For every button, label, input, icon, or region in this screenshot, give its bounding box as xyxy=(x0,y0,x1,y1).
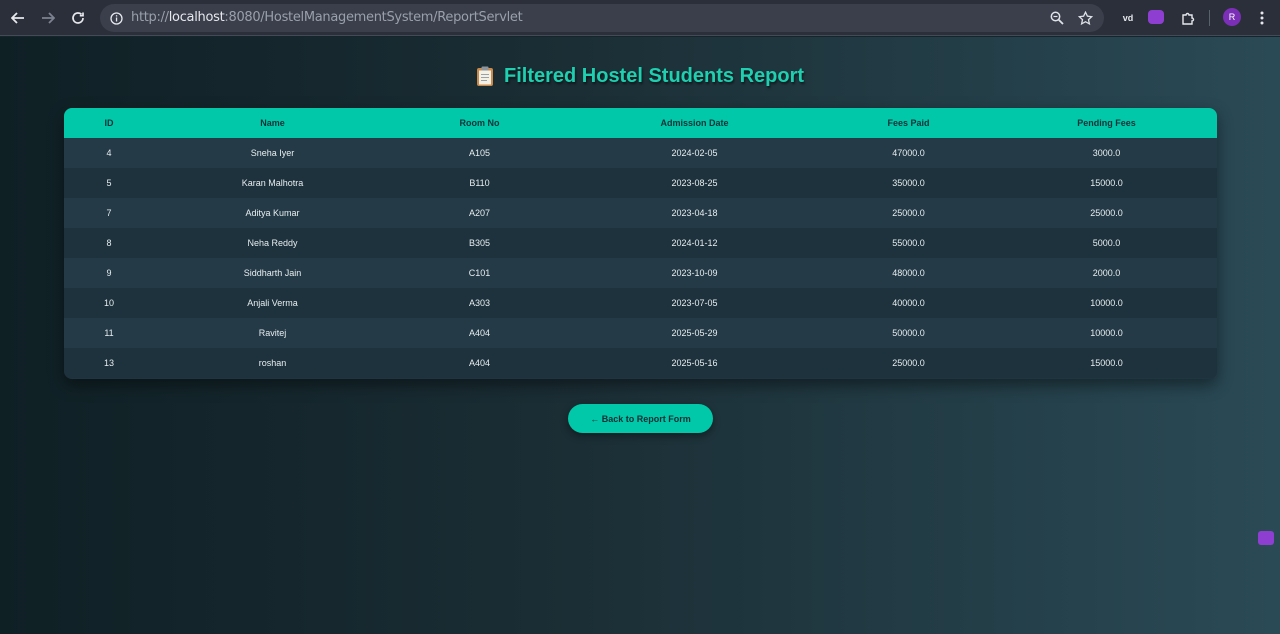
url-prefix: http:// xyxy=(131,10,169,25)
header-fees-paid: Fees Paid xyxy=(887,118,930,128)
cell-name: Aditya Kumar xyxy=(245,208,300,218)
table-row: 4 Sneha Iyer A105 2024-02-05 47000.0 300… xyxy=(64,138,1217,168)
cell-id: 4 xyxy=(106,148,112,158)
cell-admission-date: 2023-08-25 xyxy=(671,178,718,188)
cell-id: 13 xyxy=(103,358,114,368)
header-pending-fees: Pending Fees xyxy=(1077,118,1136,128)
cell-id: 9 xyxy=(106,268,112,278)
cell-admission-date: 2023-10-09 xyxy=(671,268,718,278)
cell-pending-fees: 2000.0 xyxy=(1092,268,1121,278)
cell-admission-date: 2025-05-29 xyxy=(671,328,718,338)
cell-name: Karan Malhotra xyxy=(241,178,304,188)
cell-pending-fees: 25000.0 xyxy=(1090,208,1123,218)
table-row: 9 Siddharth Jain C101 2023-10-09 48000.0… xyxy=(64,258,1217,288)
cell-room-no: A404 xyxy=(468,358,491,368)
profile-initial: R xyxy=(1228,12,1236,22)
cell-admission-date: 2024-01-12 xyxy=(671,238,718,248)
cell-fees-paid: 35000.0 xyxy=(892,178,925,188)
forward-arrow-icon[interactable] xyxy=(36,6,60,30)
cell-name: Anjali Verma xyxy=(247,298,298,308)
page-header: Filtered Hostel Students Report xyxy=(0,65,1280,92)
cell-id: 5 xyxy=(106,178,112,188)
header-room-no: Room No xyxy=(459,118,500,128)
url-text: http://localhost:8080/HostelManagementSy… xyxy=(131,10,523,25)
back-arrow-icon[interactable] xyxy=(6,6,30,30)
header-admission-date: Admission Date xyxy=(660,118,729,128)
cell-pending-fees: 10000.0 xyxy=(1090,298,1123,308)
zoom-icon[interactable] xyxy=(1048,9,1066,27)
cell-admission-date: 2025-05-16 xyxy=(671,358,718,368)
table-header-row: ID Name Room No Admission Date Fees Paid… xyxy=(64,108,1217,138)
cell-pending-fees: 5000.0 xyxy=(1092,238,1121,248)
table-row: 7 Aditya Kumar A207 2023-04-18 25000.0 2… xyxy=(64,198,1217,228)
cell-admission-date: 2023-07-05 xyxy=(671,298,718,308)
url-path: :8080/HostelManagementSystem/ReportServl… xyxy=(224,10,523,25)
site-info-icon[interactable] xyxy=(108,10,124,26)
page-title-text: Filtered Hostel Students Report xyxy=(503,65,805,87)
video-downloader-extension-icon[interactable]: vd xyxy=(1118,8,1138,28)
table-row: 10 Anjali Verma A303 2023-07-05 40000.0 … xyxy=(64,288,1217,318)
cell-fees-paid: 47000.0 xyxy=(892,148,925,158)
cell-pending-fees: 3000.0 xyxy=(1092,148,1121,158)
cell-id: 10 xyxy=(103,298,114,308)
page-title: Filtered Hostel Students Report xyxy=(476,65,804,88)
cell-fees-paid: 50000.0 xyxy=(892,328,925,338)
browser-toolbar: http://localhost:8080/HostelManagementSy… xyxy=(0,0,1280,36)
cell-pending-fees: 10000.0 xyxy=(1090,328,1123,338)
cell-room-no: B305 xyxy=(468,238,491,248)
purple-extension-icon[interactable] xyxy=(1148,10,1164,24)
cell-room-no: C101 xyxy=(468,268,491,278)
students-report-table: ID Name Room No Admission Date Fees Paid… xyxy=(64,108,1217,379)
cell-id: 8 xyxy=(106,238,112,248)
purple-extension-badge-icon[interactable] xyxy=(1258,531,1274,545)
table-row: 11 Ravitej A404 2025-05-29 50000.0 10000… xyxy=(64,318,1217,348)
url-host: localhost xyxy=(168,10,225,25)
cell-fees-paid: 40000.0 xyxy=(892,298,925,308)
cell-fees-paid: 48000.0 xyxy=(892,268,925,278)
table-row: 5 Karan Malhotra B110 2023-08-25 35000.0… xyxy=(64,168,1217,198)
ext-vd-label: vd xyxy=(1122,13,1134,23)
table-row: 13 roshan A404 2025-05-16 25000.0 15000.… xyxy=(64,348,1217,378)
cell-id: 11 xyxy=(104,328,114,338)
cell-fees-paid: 25000.0 xyxy=(892,358,925,368)
address-bar[interactable]: http://localhost:8080/HostelManagementSy… xyxy=(100,4,1104,32)
cell-admission-date: 2024-02-05 xyxy=(671,148,718,158)
extensions-puzzle-icon[interactable] xyxy=(1178,8,1198,28)
back-to-report-form-button[interactable]: ← Back to Report Form xyxy=(568,404,713,433)
table-row: 8 Neha Reddy B305 2024-01-12 55000.0 500… xyxy=(64,228,1217,258)
header-id: ID xyxy=(104,118,114,128)
more-menu-icon[interactable] xyxy=(1252,8,1272,28)
cell-room-no: A105 xyxy=(468,148,491,158)
clipboard-icon xyxy=(476,66,494,87)
cell-room-no: A404 xyxy=(468,328,491,338)
cell-pending-fees: 15000.0 xyxy=(1090,358,1123,368)
reload-icon[interactable] xyxy=(66,6,90,30)
cell-room-no: B110 xyxy=(469,178,490,188)
cell-fees-paid: 55000.0 xyxy=(892,238,925,248)
cell-name: Neha Reddy xyxy=(247,238,298,248)
toolbar-separator xyxy=(1209,10,1210,26)
cell-pending-fees: 15000.0 xyxy=(1090,178,1123,188)
cell-name: Siddharth Jain xyxy=(243,268,302,278)
cell-admission-date: 2023-04-18 xyxy=(671,208,718,218)
header-name: Name xyxy=(260,118,285,128)
page-content: Filtered Hostel Students Report ID Name … xyxy=(0,37,1280,634)
cell-room-no: A207 xyxy=(468,208,491,218)
bookmark-star-icon[interactable] xyxy=(1076,9,1094,27)
cell-name: roshan xyxy=(258,358,287,368)
cell-id: 7 xyxy=(106,208,112,218)
cell-name: Sneha Iyer xyxy=(250,148,295,158)
cell-room-no: A303 xyxy=(468,298,491,308)
profile-avatar[interactable]: R xyxy=(1223,8,1241,26)
cell-name: Ravitej xyxy=(258,328,287,338)
cell-fees-paid: 25000.0 xyxy=(892,208,925,218)
